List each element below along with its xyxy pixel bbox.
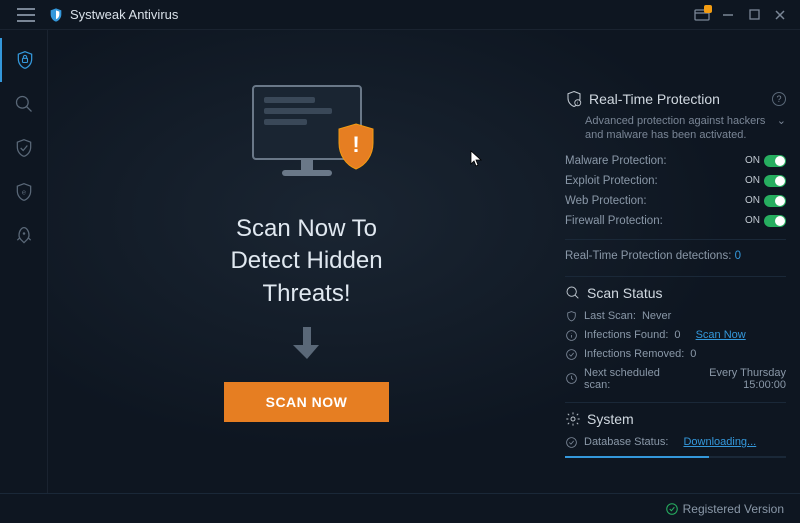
menu-button[interactable] <box>8 0 44 30</box>
infections-found-row: Infections Found: 0 Scan Now <box>565 326 786 345</box>
info-icon <box>565 329 578 342</box>
clock-icon <box>565 372 578 385</box>
scan-status-header: Scan Status <box>565 285 786 301</box>
rtp-section-header: i Real-Time Protection ? <box>565 90 786 108</box>
shield-check-icon <box>14 138 34 158</box>
maximize-button[interactable] <box>742 3 766 27</box>
shield-e-icon: e <box>14 182 34 202</box>
shield-lock-icon <box>15 50 35 70</box>
shield-warning-icon: ! <box>335 122 377 175</box>
check-circle-icon <box>665 502 679 516</box>
registered-label: Registered Version <box>683 502 784 516</box>
app-title: Systweak Antivirus <box>70 7 178 22</box>
headline: Scan Now To Detect Hidden Threats! <box>230 213 382 310</box>
chevron-down-icon: ⌄ <box>777 114 786 128</box>
sidebar-item-protection[interactable] <box>0 126 48 170</box>
web-protection-toggle[interactable]: ON <box>745 195 786 207</box>
check-circle-icon <box>565 348 578 361</box>
infections-removed-row: Infections Removed: 0 <box>565 345 786 364</box>
rtp-detections: Real-Time Protection detections: 0 <box>565 248 786 268</box>
svg-text:e: e <box>21 188 25 197</box>
notification-button[interactable] <box>690 3 714 27</box>
scan-now-button[interactable]: SCAN NOW <box>224 382 390 422</box>
sync-icon <box>565 436 578 449</box>
firewall-protection-toggle[interactable]: ON <box>745 215 786 227</box>
sidebar-item-home[interactable] <box>0 38 48 82</box>
rocket-icon <box>14 226 34 246</box>
exploit-protection-row: Exploit Protection: ON <box>565 171 786 191</box>
app-logo: Systweak Antivirus <box>48 7 178 23</box>
sidebar: e <box>0 30 48 493</box>
exploit-protection-toggle[interactable]: ON <box>745 175 786 187</box>
system-header: System <box>565 411 786 427</box>
database-status-value: Downloading... <box>683 436 756 448</box>
sidebar-item-boost[interactable] <box>0 214 48 258</box>
center-pane: ! Scan Now To Detect Hidden Threats! SCA… <box>48 30 565 493</box>
notification-badge <box>704 5 712 13</box>
minimize-button[interactable] <box>716 3 740 27</box>
shield-small-icon <box>565 310 578 323</box>
search-icon <box>14 94 34 114</box>
footer: Registered Version <box>0 493 800 523</box>
malware-protection-row: Malware Protection: ON <box>565 151 786 171</box>
next-scan-row: Next scheduled scan: Every Thursday 15:0… <box>565 364 786 394</box>
sidebar-item-scan[interactable] <box>0 82 48 126</box>
sidebar-item-quarantine[interactable]: e <box>0 170 48 214</box>
download-progress <box>565 456 786 458</box>
help-icon[interactable]: ? <box>772 92 786 106</box>
monitor-illustration: ! <box>242 85 372 195</box>
malware-protection-toggle[interactable]: ON <box>745 155 786 167</box>
firewall-protection-row: Firewall Protection: ON <box>565 211 786 231</box>
database-status-row: Database Status: Downloading... <box>565 433 786 452</box>
right-pane: i Real-Time Protection ? Advanced protec… <box>565 30 800 493</box>
svg-text:i: i <box>577 101 578 106</box>
scan-now-link[interactable]: Scan Now <box>696 329 746 341</box>
arrow-down-icon <box>293 325 321 364</box>
shield-logo-icon <box>48 7 64 23</box>
shield-info-icon: i <box>565 90 583 108</box>
last-scan-row: Last Scan: Never <box>565 307 786 326</box>
web-protection-row: Web Protection: ON <box>565 191 786 211</box>
scan-icon <box>565 285 581 301</box>
svg-text:!: ! <box>352 132 359 157</box>
close-button[interactable] <box>768 3 792 27</box>
rtp-description[interactable]: Advanced protection against hackers and … <box>565 114 786 143</box>
gear-icon <box>565 411 581 427</box>
